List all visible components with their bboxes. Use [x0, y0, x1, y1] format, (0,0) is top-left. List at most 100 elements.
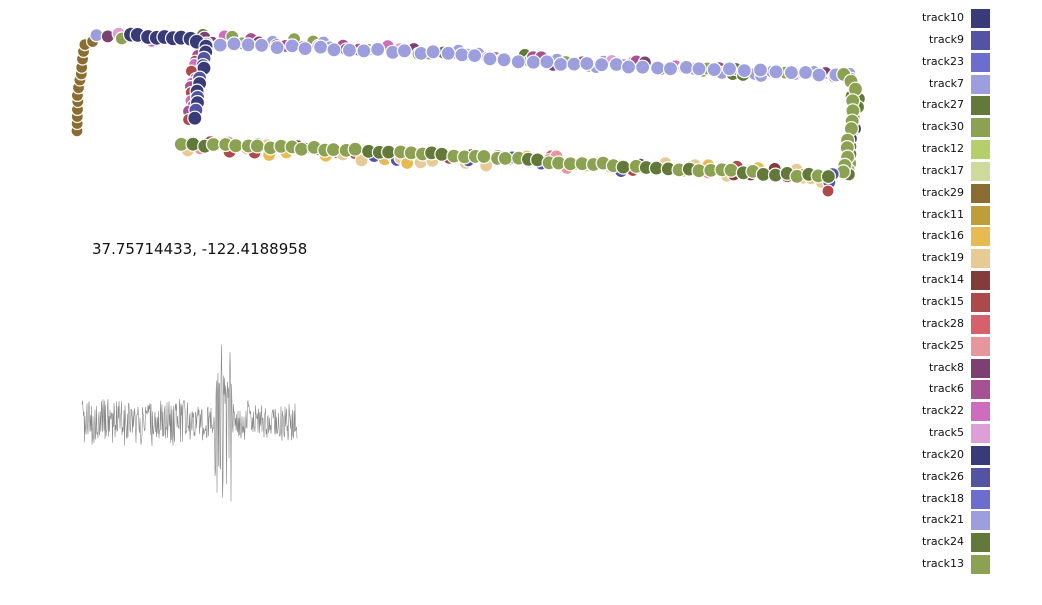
legend-swatch [971, 227, 990, 247]
track-point-track21[interactable] [752, 62, 769, 78]
legend-item-track26[interactable]: track26 [900, 466, 1040, 488]
track-point-track21[interactable] [650, 60, 666, 76]
track-point-track7[interactable] [783, 64, 800, 81]
track-point-track21[interactable] [313, 39, 329, 55]
track-point-track21[interactable] [797, 64, 814, 81]
legend-item-track21[interactable]: track21 [900, 509, 1040, 531]
legend-swatch [971, 96, 990, 116]
track-point-track7[interactable] [634, 59, 651, 75]
legend-item-track9[interactable]: track9 [900, 29, 1040, 51]
legend-item-track8[interactable]: track8 [900, 357, 1040, 379]
legend-item-track19[interactable]: track19 [900, 247, 1040, 269]
track-point-track24[interactable] [615, 159, 631, 175]
legend-label: track16 [922, 229, 964, 243]
legend-swatch [971, 140, 990, 160]
track-point-track21[interactable] [811, 67, 827, 83]
track-point-track13[interactable] [325, 142, 341, 158]
legend-swatch [971, 249, 990, 269]
track-point-track30[interactable] [249, 138, 265, 154]
legend-label: track29 [922, 185, 964, 199]
legend-item-track22[interactable]: track22 [900, 400, 1040, 422]
legend-label: track23 [922, 54, 964, 68]
legend-label: track13 [922, 557, 964, 571]
track-point-track21[interactable] [254, 37, 270, 53]
track-point-track21[interactable] [620, 59, 637, 75]
track-point-track7[interactable] [370, 41, 386, 58]
track-point-track21[interactable] [768, 64, 784, 80]
legend-item-track13[interactable]: track13 [900, 553, 1040, 575]
legend-label: track17 [922, 163, 964, 177]
track-point-track7[interactable] [226, 36, 242, 52]
legend-item-track11[interactable]: track11 [900, 204, 1040, 226]
track-point-track21[interactable] [396, 43, 412, 59]
track-point-track24[interactable] [820, 168, 837, 185]
track-point-track7[interactable] [566, 56, 582, 72]
track-point-track30[interactable] [497, 150, 513, 166]
legend-item-track12[interactable]: track12 [900, 138, 1040, 160]
legend-label: track15 [922, 294, 964, 308]
legend-item-track17[interactable]: track17 [900, 160, 1040, 182]
track-point-track7[interactable] [579, 55, 595, 72]
legend-item-track25[interactable]: track25 [900, 335, 1040, 357]
track-point-track21[interactable] [691, 61, 707, 77]
track-point-track7[interactable] [721, 61, 738, 77]
track-point-track7[interactable] [539, 54, 555, 70]
legend-label: track9 [929, 32, 964, 46]
legend-item-track30[interactable]: track30 [900, 116, 1040, 138]
track-point-track21[interactable] [212, 37, 228, 53]
legend-item-track24[interactable]: track24 [900, 531, 1040, 553]
track-point-track13[interactable] [347, 141, 363, 157]
legend-label: track10 [922, 11, 964, 24]
track-point-track21[interactable] [482, 51, 498, 67]
track-point-track30[interactable] [723, 162, 739, 178]
gps-track-map [70, 26, 867, 502]
legend-item-track20[interactable]: track20 [900, 444, 1040, 466]
legend-item-track15[interactable]: track15 [900, 291, 1040, 313]
track-point-track21[interactable] [341, 42, 357, 58]
track-point-track7[interactable] [440, 45, 456, 61]
track-point-track7[interactable] [593, 57, 610, 73]
track-point-track7[interactable] [269, 39, 285, 56]
track-point-track7[interactable] [496, 52, 512, 68]
legend-item-track16[interactable]: track16 [900, 225, 1040, 247]
legend-item-track18[interactable]: track18 [900, 488, 1040, 510]
legend-item-track6[interactable]: track6 [900, 378, 1040, 400]
track-point-track13[interactable] [476, 148, 492, 165]
track-point-track7[interactable] [356, 43, 372, 59]
track-point-track7[interactable] [326, 42, 342, 58]
legend-swatch [971, 52, 990, 72]
legend-label: track18 [922, 491, 964, 505]
track-point-track7[interactable] [553, 56, 569, 73]
track-point-track15[interactable] [821, 184, 835, 198]
track-point-track21[interactable] [284, 38, 300, 54]
audio-waveform [81, 344, 298, 502]
track-point-track21[interactable] [525, 54, 542, 70]
legend-swatch [971, 445, 990, 465]
legend-item-track7[interactable]: track7 [900, 73, 1040, 95]
track-point-track21[interactable] [706, 61, 722, 78]
legend-item-track14[interactable]: track14 [900, 269, 1040, 291]
track-point-track13[interactable] [293, 141, 310, 157]
waveform-line [81, 344, 298, 502]
legend-item-track10[interactable]: track10 [900, 7, 1040, 29]
track-point-track13[interactable] [228, 138, 244, 154]
legend-swatch [971, 74, 990, 94]
legend-item-track29[interactable]: track29 [900, 182, 1040, 204]
track-point-track7[interactable] [678, 59, 695, 76]
track-point-track7[interactable] [662, 61, 679, 77]
track-point-track21[interactable] [736, 62, 752, 79]
legend-item-track5[interactable]: track5 [900, 422, 1040, 444]
legend-item-track28[interactable]: track28 [900, 313, 1040, 335]
legend-swatch [971, 467, 990, 487]
track-point-track21[interactable] [467, 47, 483, 64]
track-point-track7[interactable] [454, 47, 470, 63]
legend-item-track23[interactable]: track23 [900, 51, 1040, 73]
track-point-track10[interactable] [187, 110, 203, 126]
track-point-track21[interactable] [240, 37, 256, 53]
track-point-track21[interactable] [510, 54, 526, 70]
track-point-track7[interactable] [425, 44, 441, 60]
track-point-track21[interactable] [297, 40, 313, 57]
legend-item-track27[interactable]: track27 [900, 94, 1040, 116]
legend-label: track20 [922, 447, 964, 461]
legend-swatch [971, 424, 990, 444]
